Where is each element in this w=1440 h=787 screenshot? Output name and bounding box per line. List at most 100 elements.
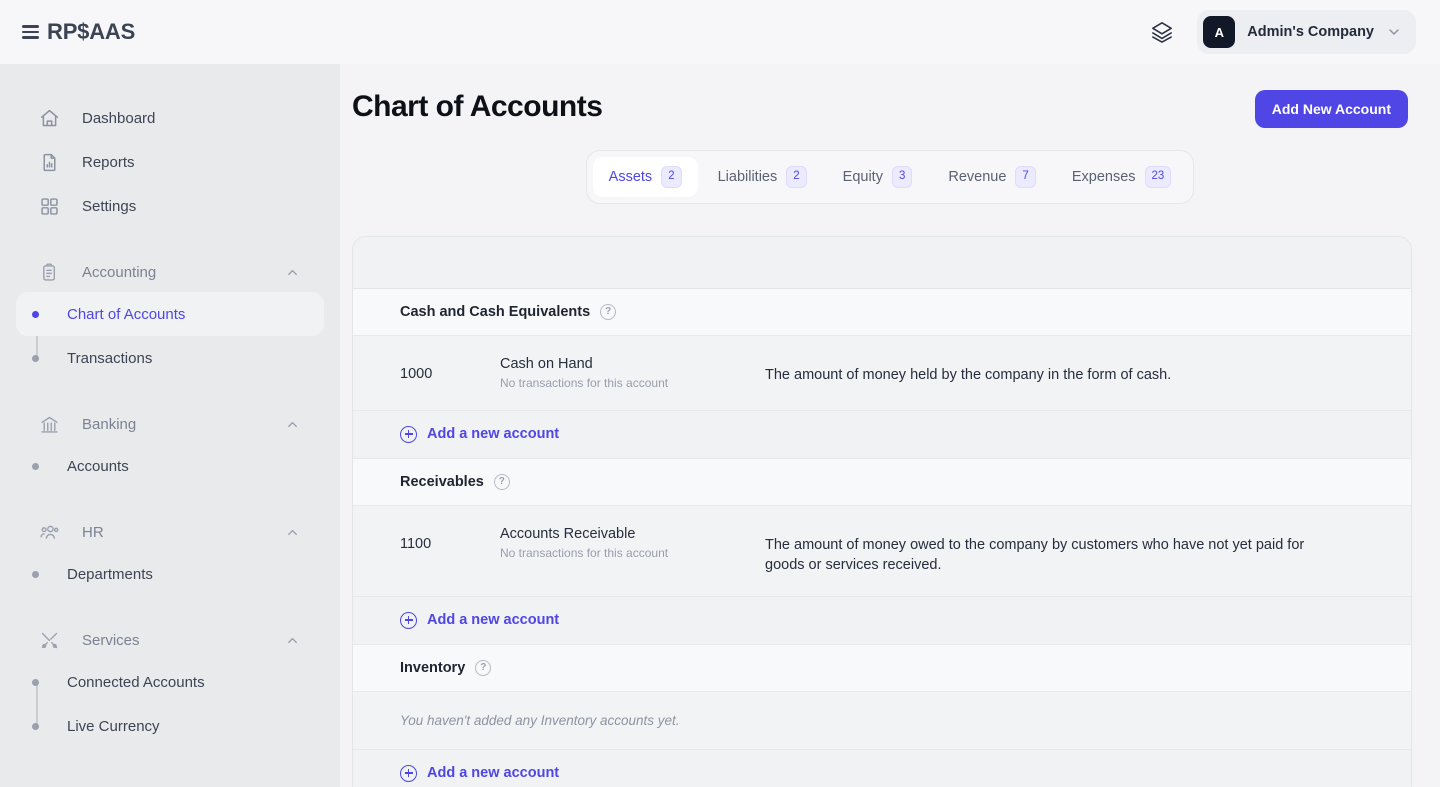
sidebar-subgroup-services: Connected Accounts Live Currency — [0, 660, 340, 748]
page-header: Chart of Accounts Add New Account — [340, 64, 1440, 128]
sidebar-group-accounting[interactable]: Accounting — [16, 252, 324, 292]
tab-label: Equity — [842, 168, 883, 185]
top-bar-right: A Admin's Company — [1145, 10, 1416, 54]
sidebar-group-label: Banking — [82, 415, 137, 433]
tab-count-badge: 7 — [1015, 166, 1036, 188]
tab-label: Expenses — [1071, 168, 1136, 185]
account-type-tabs: Assets 2 Liabilities 2 Equity 3 Revenue … — [585, 150, 1195, 204]
sidebar-item-label: Live Currency — [67, 717, 160, 735]
section-header: Cash and Cash Equivalents ? — [353, 288, 1411, 336]
section-title: Inventory — [400, 659, 466, 676]
chevron-up-icon[interactable] — [285, 525, 300, 540]
section-header: Inventory ? — [353, 644, 1411, 692]
chevron-down-icon[interactable] — [1386, 24, 1402, 40]
document-chart-icon — [38, 152, 60, 173]
sidebar-subgroup-accounting: Chart of Accounts Transactions — [0, 292, 340, 380]
chevron-up-icon[interactable] — [285, 265, 300, 280]
card-toolbar-band — [353, 236, 1411, 289]
section-title: Cash and Cash Equivalents — [400, 303, 591, 320]
accounts-card: Cash and Cash Equivalents ? 1000 Cash on… — [352, 235, 1412, 787]
sidebar-item-dashboard[interactable]: Dashboard — [16, 96, 324, 140]
table-row[interactable]: 1000 Cash on Hand No transactions for th… — [353, 335, 1411, 411]
bullet-icon — [32, 354, 39, 362]
sidebar-item-reports[interactable]: Reports — [16, 140, 324, 184]
tab-equity[interactable]: Equity 3 — [827, 157, 929, 197]
sidebar-group-label: HR — [82, 523, 104, 541]
question-mark-icon[interactable]: ? — [475, 659, 492, 676]
tab-liabilities[interactable]: Liabilities 2 — [702, 157, 823, 197]
plus-circle-icon — [400, 425, 417, 443]
tab-count-badge: 2 — [786, 166, 807, 188]
account-name: Accounts Receivable — [500, 525, 636, 542]
hamburger-icon[interactable] — [22, 25, 39, 39]
sidebar-group-hr[interactable]: HR — [16, 512, 324, 552]
tab-assets[interactable]: Assets 2 — [592, 157, 698, 197]
tab-label: Assets — [608, 168, 653, 185]
home-icon — [38, 108, 60, 129]
tab-count-badge: 2 — [661, 166, 682, 188]
account-name-column: Cash on Hand No transactions for this ac… — [500, 356, 765, 390]
sidebar-item-settings[interactable]: Settings — [16, 184, 324, 228]
avatar: A — [1203, 16, 1236, 48]
tab-revenue[interactable]: Revenue 7 — [932, 157, 1051, 197]
company-name: Admin's Company — [1247, 24, 1374, 40]
top-bar: RP$AAS A Admin's Company — [0, 0, 1440, 64]
sidebar-group-label: Accounting — [82, 263, 157, 281]
add-account-label: Add a new account — [427, 765, 560, 782]
bullet-icon — [32, 570, 39, 578]
add-a-new-account-link[interactable]: Add a new account — [353, 596, 1411, 645]
add-account-label: Add a new account — [427, 426, 560, 442]
sidebar-subgroup-banking: Accounts — [0, 444, 340, 488]
sidebar-item-chart-of-accounts[interactable]: Chart of Accounts — [16, 292, 324, 336]
account-transactions-note: No transactions for this account — [500, 545, 669, 560]
account-description: The amount of money owed to the company … — [765, 536, 1305, 574]
plus-circle-icon — [400, 611, 417, 629]
tab-expenses[interactable]: Expenses 23 — [1056, 157, 1187, 197]
sidebar-item-accounts[interactable]: Accounts — [16, 444, 324, 488]
sidebar-group-services[interactable]: Services — [16, 620, 324, 660]
app-logo[interactable]: RP$AAS — [22, 19, 135, 45]
tab-label: Revenue — [948, 168, 1007, 185]
account-code: 1100 — [400, 535, 432, 552]
add-new-account-button[interactable]: Add New Account — [1254, 90, 1408, 128]
sidebar-item-transactions[interactable]: Transactions — [16, 336, 324, 380]
sidebar-group-banking[interactable]: Banking — [16, 404, 324, 444]
sidebar-item-label: Settings — [82, 197, 137, 215]
add-a-new-account-link[interactable]: Add a new account — [353, 410, 1411, 459]
question-mark-icon[interactable]: ? — [493, 473, 510, 490]
table-row[interactable]: 1100 Accounts Receivable No transactions… — [353, 505, 1411, 597]
people-icon — [38, 522, 60, 543]
tab-count-badge: 23 — [1144, 166, 1172, 188]
sidebar: Dashboard Reports Settings Accounting Ch… — [0, 64, 340, 787]
clipboard-icon — [38, 262, 60, 283]
account-transactions-note: No transactions for this account — [500, 375, 669, 390]
sidebar-group-label: Services — [82, 631, 140, 649]
question-mark-icon[interactable]: ? — [600, 303, 617, 320]
add-a-new-account-link[interactable]: Add a new account — [353, 749, 1411, 787]
empty-state-message: You haven't added any Inventory accounts… — [353, 691, 1411, 750]
account-name: Cash on Hand — [500, 355, 593, 372]
sidebar-item-label: Connected Accounts — [67, 673, 205, 691]
main-content: Chart of Accounts Add New Account Assets… — [340, 64, 1440, 787]
sidebar-item-departments[interactable]: Departments — [16, 552, 324, 596]
account-name-column: Accounts Receivable No transactions for … — [500, 526, 765, 560]
add-account-label: Add a new account — [427, 612, 560, 629]
chevron-up-icon[interactable] — [285, 417, 300, 432]
bullet-icon — [32, 678, 39, 686]
tools-icon — [38, 630, 60, 651]
account-code: 1000 — [400, 365, 433, 382]
company-selector[interactable]: A Admin's Company — [1197, 10, 1416, 54]
sidebar-item-live-currency[interactable]: Live Currency — [16, 704, 324, 748]
chevron-up-icon[interactable] — [285, 633, 300, 648]
section-title: Receivables — [400, 473, 484, 490]
tabs-container: Assets 2 Liabilities 2 Equity 3 Revenue … — [340, 150, 1440, 204]
tab-count-badge: 3 — [891, 166, 913, 188]
plus-circle-icon — [400, 764, 417, 782]
sidebar-item-connected-accounts[interactable]: Connected Accounts — [16, 660, 324, 704]
layers-icon[interactable] — [1145, 15, 1179, 49]
page-title: Chart of Accounts — [352, 90, 603, 123]
